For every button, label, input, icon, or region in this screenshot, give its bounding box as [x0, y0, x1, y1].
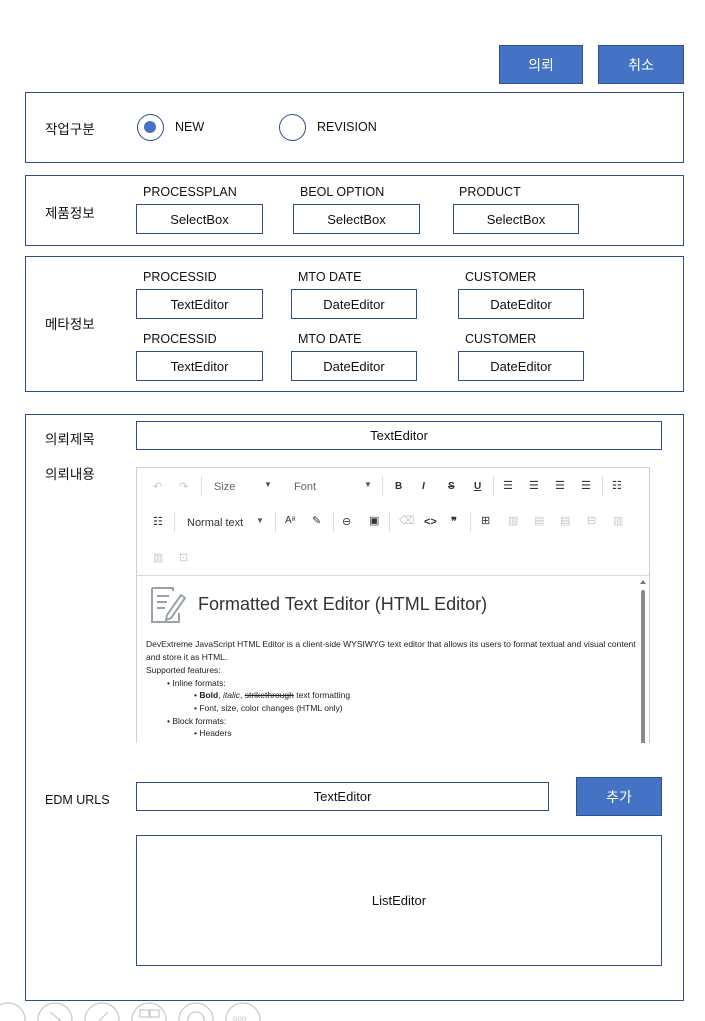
svg-text:ooo: ooo	[233, 1014, 247, 1021]
insert-column-icon[interactable]: ▥	[508, 514, 518, 527]
editor-toolbar: ↶ ↷ Size ▼ Font ▼ B I S U ☰ ☰ ☰ ☰ ☷ ☷ No…	[137, 468, 649, 576]
strike-button[interactable]: S	[448, 481, 455, 492]
editor-content[interactable]: Formatted Text Editor (HTML Editor) DevE…	[137, 577, 649, 743]
size-chevron-down-icon: ▼	[264, 480, 272, 489]
editor-formatting-text: text formatting	[296, 690, 351, 700]
beol-option-label: BEOL OPTION	[300, 185, 385, 199]
processid-label: PROCESSID	[143, 270, 217, 284]
undo-icon[interactable]: ↶	[153, 480, 162, 493]
editor-intro: DevExtreme JavaScript HTML Editor is a c…	[146, 639, 636, 662]
editor-headers: • Headers	[194, 728, 232, 738]
font-select[interactable]: Font	[294, 481, 316, 493]
mto-date-label: MTO DATE	[298, 270, 362, 284]
processid-label-2: PROCESSID	[143, 332, 217, 346]
ordered-list-icon[interactable]: ☷	[612, 479, 622, 492]
editor-headers-text: Headers	[199, 728, 232, 738]
document-edit-icon	[151, 587, 187, 623]
previous-icon	[0, 1002, 26, 1021]
html-editor[interactable]: ↶ ↷ Size ▼ Font ▼ B I S U ☰ ☰ ☰ ☰ ☷ ☷ No…	[136, 467, 650, 743]
scrollbar-thumb[interactable]	[641, 590, 645, 743]
editor-font-line-text: Font, size, color changes (HTML only)	[199, 703, 343, 713]
radio-revision[interactable]	[279, 114, 306, 141]
underline-button[interactable]: U	[474, 481, 481, 492]
customer-input[interactable]: DateEditor	[458, 289, 584, 319]
delete-column-icon[interactable]: ▥	[613, 514, 623, 527]
customer-label: CUSTOMER	[465, 270, 537, 284]
insert-row-above-icon[interactable]: ▤	[534, 514, 544, 527]
align-justify-icon[interactable]: ☰	[581, 479, 591, 492]
header-chevron-down-icon: ▼	[256, 516, 264, 525]
work-type-label: 작업구분	[45, 122, 95, 137]
editor-supported: Supported features:	[146, 665, 221, 675]
editor-inline-text: Inline formats:	[172, 678, 226, 688]
delete-row-icon[interactable]: ⊟	[587, 514, 596, 527]
font-chevron-down-icon: ▼	[364, 480, 372, 489]
align-center-icon[interactable]: ☰	[529, 479, 539, 492]
italic-button[interactable]: I	[422, 481, 425, 492]
table-properties-icon[interactable]: ⊡	[179, 551, 188, 564]
request-title-input[interactable]: TextEditor	[136, 421, 662, 450]
radio-revision-label: REVISION	[317, 120, 377, 134]
editor-inline-sub: • Bold, italic, strikethrough text forma…	[194, 690, 351, 700]
processplan-label: PROCESSPLAN	[143, 185, 237, 199]
radio-new[interactable]	[137, 114, 164, 141]
bold-button[interactable]: B	[395, 481, 402, 492]
scroll-up-arrow[interactable]	[640, 580, 646, 584]
edm-urls-label: EDM URLS	[45, 793, 110, 807]
cancel-button[interactable]: 취소	[598, 45, 684, 84]
processid-input[interactable]: TextEditor	[136, 289, 263, 319]
slideshow-controls: ooo	[0, 1002, 261, 1021]
insert-row-below-icon[interactable]: ▤	[560, 514, 570, 527]
mto-date-input-2[interactable]: DateEditor	[291, 351, 417, 381]
product-select[interactable]: SelectBox	[453, 204, 579, 234]
radio-new-label: NEW	[175, 120, 205, 134]
meta-info-label: 메타정보	[45, 317, 95, 332]
editor-bold-text: Bold	[199, 690, 219, 700]
size-select[interactable]: Size	[214, 481, 235, 493]
background-color-icon[interactable]: ✎	[312, 514, 321, 527]
edm-url-input[interactable]: TextEditor	[136, 782, 549, 811]
edm-url-list[interactable]: ListEditor	[136, 835, 662, 966]
request-title-label: 의뢰제목	[45, 432, 95, 447]
radio-selected-dot	[144, 121, 156, 133]
processid-input-2[interactable]: TextEditor	[136, 351, 263, 381]
link-icon[interactable]: ⊖	[342, 515, 351, 528]
editor-block-text: Block formats:	[172, 716, 227, 726]
customer-label-2: CUSTOMER	[465, 332, 537, 346]
clear-format-icon[interactable]: ⌫	[399, 514, 415, 527]
processplan-select[interactable]: SelectBox	[136, 204, 263, 234]
add-button[interactable]: 추가	[576, 777, 662, 816]
align-left-icon[interactable]: ☰	[503, 479, 513, 492]
blockquote-icon[interactable]: ❞	[451, 515, 457, 528]
editor-inline: • Inline formats:	[167, 678, 226, 688]
request-button[interactable]: 의뢰	[499, 45, 583, 84]
mto-date-input[interactable]: DateEditor	[291, 289, 417, 319]
beol-option-select[interactable]: SelectBox	[293, 204, 420, 234]
editor-strike-text: strikethrough	[244, 690, 294, 700]
bullet-list-icon[interactable]: ☷	[153, 515, 163, 528]
mto-date-label-2: MTO DATE	[298, 332, 362, 346]
editor-font-line: • Font, size, color changes (HTML only)	[194, 703, 343, 713]
editor-block: • Block formats:	[167, 716, 227, 726]
code-block-icon[interactable]: <>	[424, 516, 437, 528]
editor-italic-text: italic	[222, 690, 240, 700]
product-info-label: 제품정보	[45, 206, 95, 221]
customer-input-2[interactable]: DateEditor	[458, 351, 584, 381]
image-icon[interactable]: ▣	[369, 514, 379, 527]
align-right-icon[interactable]: ☰	[555, 479, 565, 492]
next-icon	[37, 1002, 73, 1021]
insert-table-icon[interactable]: ⊞	[481, 514, 490, 527]
product-label: PRODUCT	[459, 185, 521, 199]
request-content-label: 의뢰내용	[45, 467, 95, 482]
header-select[interactable]: Normal text	[187, 517, 243, 529]
editor-heading: Formatted Text Editor (HTML Editor)	[198, 594, 488, 614]
redo-icon[interactable]: ↷	[179, 480, 188, 493]
text-color-icon[interactable]: Aᵃ	[285, 515, 295, 526]
delete-table-icon[interactable]: ▥	[153, 551, 163, 564]
